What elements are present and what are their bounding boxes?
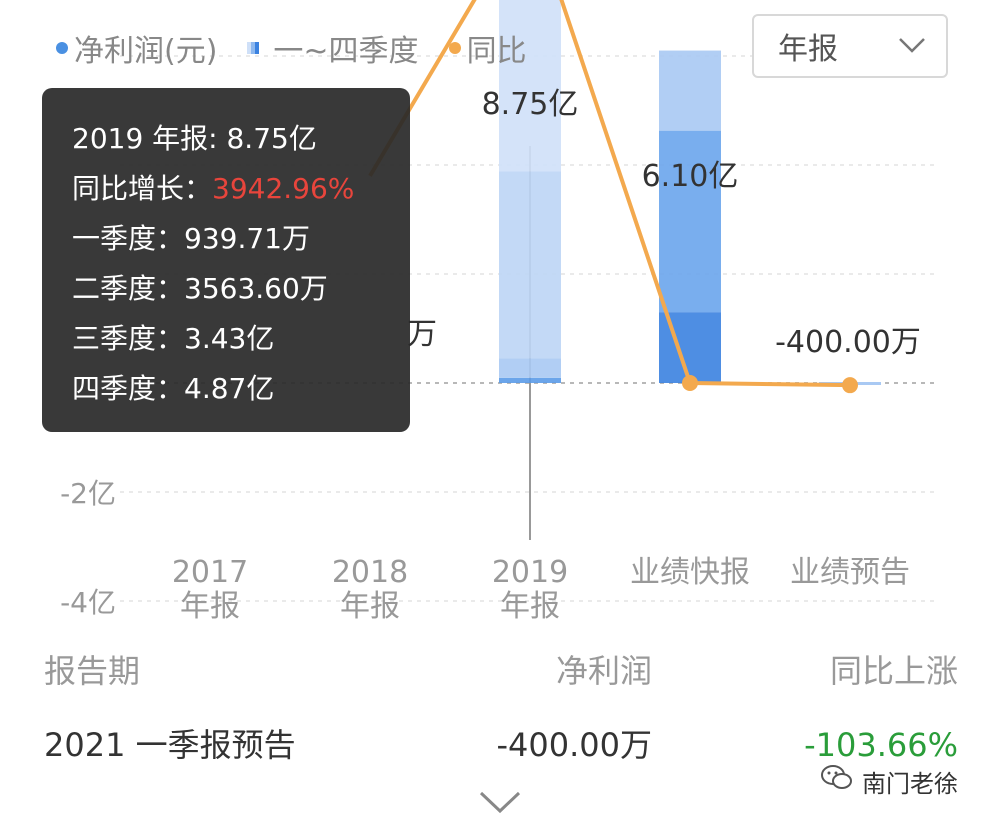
x-tick-label: 年报 (500, 589, 560, 624)
x-tick-label: 2018 (332, 555, 408, 590)
chevron-down-icon (898, 37, 926, 55)
legend-dot-blue-icon (56, 42, 68, 54)
data-label: 8.75亿 (482, 87, 579, 122)
y-tick-label: -2亿 (60, 477, 116, 510)
stacked-bar-segment (499, 358, 561, 378)
yoy-point (842, 377, 858, 394)
table-header: 报告期 净利润 同比上涨 (44, 644, 958, 698)
tooltip-q4: 四季度：4.87亿 (72, 372, 275, 405)
x-tick-label: 年报 (180, 589, 240, 624)
tooltip-yoy-label: 同比增长： (72, 172, 213, 205)
legend-dot-orange-icon (448, 42, 461, 54)
x-tick-label: 业绩快报 (630, 555, 750, 590)
stacked-bar-segment (499, 377, 561, 383)
tooltip-q1: 一季度：939.71万 (72, 222, 310, 255)
header-yoy-change: 同比上涨 (829, 652, 958, 690)
period-dropdown[interactable]: 年报 (752, 14, 948, 78)
chevron-down-icon (478, 791, 522, 820)
row-net-profit: -400.00万 (496, 726, 652, 764)
yoy-point (682, 375, 698, 391)
tooltip-q2: 二季度：3563.60万 (72, 272, 328, 305)
period-dropdown-value: 年报 (778, 32, 838, 67)
x-tick-label: 2017 (172, 555, 248, 590)
data-label: -400.00万 (775, 325, 921, 360)
tooltip-q3: 三季度：3.43亿 (72, 322, 275, 355)
x-tick-label: 年报 (340, 589, 400, 624)
row-period: 2021 一季报预告 (44, 726, 296, 764)
legend-item-quarters[interactable]: 一~四季度 (247, 26, 419, 70)
x-tick-label: 业绩预告 (790, 555, 910, 590)
legend-label-quarters: 一~四季度 (273, 34, 419, 69)
stacked-bar-segment (659, 50, 721, 131)
x-tick-label: 2019 (492, 555, 568, 590)
legend-item-yoy[interactable]: 同比 (448, 26, 527, 70)
tooltip-yoy-row: 同比增长：3942.96% (72, 164, 410, 214)
stacked-bar-segment (659, 130, 721, 313)
header-period: 报告期 (44, 652, 141, 690)
header-net-profit: 净利润 (555, 652, 652, 690)
wechat-icon (820, 763, 862, 799)
chart-tooltip: 2019 年报: 8.75亿 同比增长：3942.96% 一季度：939.71万… (42, 88, 410, 432)
watermark: 南门老徐 (820, 764, 958, 798)
legend-stacked-bar-icon (247, 42, 260, 54)
data-label: 6.10亿 (642, 159, 739, 194)
y-tick-label: -4亿 (60, 586, 116, 619)
legend-label-yoy: 同比 (466, 34, 527, 69)
chart-legend: 净利润(元) 一~四季度 同比 (56, 26, 557, 70)
tooltip-title: 2019 年报: 8.75亿 (72, 122, 317, 155)
expand-button[interactable] (478, 790, 522, 820)
watermark-text: 南门老徐 (862, 769, 958, 798)
stacked-bar-segment (499, 171, 561, 359)
legend-label-profit: 净利润(元) (74, 34, 218, 69)
tooltip-yoy-value: 3942.96% (212, 172, 355, 205)
legend-item-profit[interactable]: 净利润(元) (56, 26, 217, 70)
data-label: 万 (407, 317, 437, 352)
